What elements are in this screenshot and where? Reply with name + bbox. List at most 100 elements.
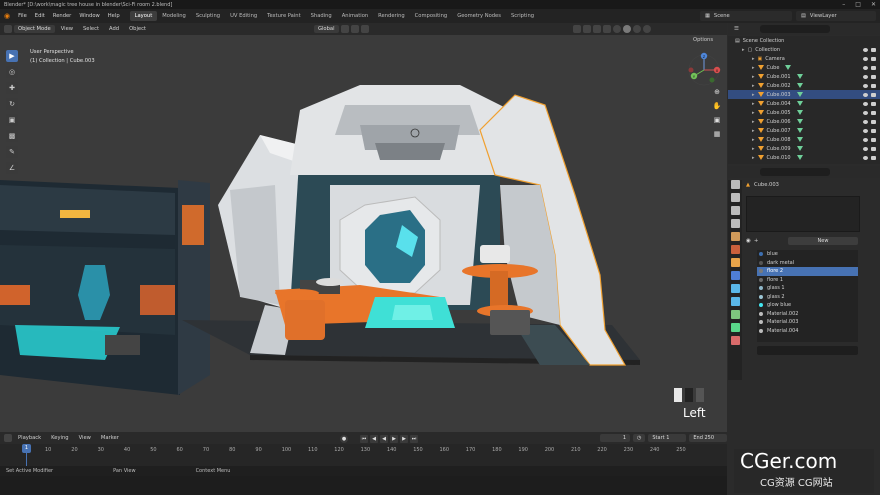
tool-tab-icon[interactable]	[731, 180, 740, 189]
expand-arrow-icon[interactable]: ▸	[752, 137, 755, 143]
zoom-icon[interactable]: ⊕	[712, 88, 722, 98]
tab-modeling[interactable]: Modeling	[157, 11, 191, 21]
visibility-eye-icon[interactable]	[863, 137, 868, 142]
transform-icon[interactable]: ▩	[6, 130, 18, 142]
editor-type-icon[interactable]	[4, 25, 12, 33]
tab-compositing[interactable]: Compositing	[410, 11, 453, 21]
mode-selector[interactable]: Object Mode	[14, 25, 55, 33]
outliner-row[interactable]: ▸ Cube.005	[728, 108, 880, 117]
grid-icon[interactable]: ▦	[712, 130, 722, 140]
expand-arrow-icon[interactable]: ▸	[752, 110, 755, 116]
3d-viewport[interactable]	[0, 35, 727, 432]
record-icon[interactable]: ●	[340, 435, 348, 443]
blender-logo-icon[interactable]: ◉	[0, 12, 14, 20]
outliner-row[interactable]: ▸ Cube.006	[728, 117, 880, 126]
material-list-item[interactable]: glow blue	[757, 301, 858, 310]
preview-range-icon[interactable]: ◷	[633, 434, 646, 442]
view-layer-selector[interactable]: ▤ ViewLayer	[796, 11, 876, 21]
outliner-row[interactable]: ▤ Scene Collection	[728, 36, 880, 45]
tab-layout[interactable]: Layout	[129, 11, 158, 21]
material-list-item[interactable]: Material.003	[757, 318, 858, 327]
material-list-item[interactable]: glass 1	[757, 284, 858, 293]
playhead[interactable]: 1	[22, 444, 31, 453]
render-camera-icon[interactable]	[871, 74, 876, 79]
outliner-row[interactable]: ▸ Cube.010	[728, 153, 880, 162]
expand-arrow-icon[interactable]: ▸	[752, 155, 755, 161]
tab-rendering[interactable]: Rendering	[373, 11, 410, 21]
tab-uv-editing[interactable]: UV Editing	[225, 11, 262, 21]
play-reverse-icon[interactable]: ◀	[380, 435, 388, 443]
outliner-row[interactable]: ▸ ▢ Collection	[728, 45, 880, 54]
outliner-row[interactable]: ▸ Cube.001	[728, 72, 880, 81]
visibility-eye-icon[interactable]	[863, 155, 868, 160]
visibility-eye-icon[interactable]	[863, 110, 868, 115]
visibility-eye-icon[interactable]	[863, 47, 868, 52]
close-icon[interactable]: ✕	[871, 1, 876, 8]
maximize-icon[interactable]: □	[855, 1, 861, 8]
expand-arrow-icon[interactable]: ▸	[752, 56, 755, 62]
timeline-editor-icon[interactable]	[4, 434, 12, 442]
material-list-item[interactable]: Material.002	[757, 310, 858, 319]
menu-render[interactable]: Render	[49, 13, 75, 19]
outliner-row[interactable]: ▸ Cube.003	[728, 90, 880, 99]
outliner-row[interactable]: ▸ Cube.007	[728, 126, 880, 135]
visibility-eye-icon[interactable]	[863, 56, 868, 61]
expand-arrow-icon[interactable]: ▸	[752, 83, 755, 89]
proportional-edit-icon[interactable]	[360, 25, 369, 33]
current-frame-field[interactable]: 1	[600, 434, 630, 442]
material-list-item[interactable]: dark metal	[757, 259, 858, 268]
visibility-eye-icon[interactable]	[863, 92, 868, 97]
output-tab-icon[interactable]	[731, 206, 740, 215]
play-icon[interactable]: ▶	[390, 435, 398, 443]
tab-animation[interactable]: Animation	[337, 11, 373, 21]
visibility-eye-icon[interactable]	[863, 83, 868, 88]
material-list-item[interactable]: flore 2	[757, 267, 858, 276]
render-camera-icon[interactable]	[871, 65, 876, 70]
expand-arrow-icon[interactable]: ▸	[752, 128, 755, 134]
cursor-icon[interactable]: ◎	[6, 66, 18, 78]
next-key-icon[interactable]: ▶	[400, 435, 408, 443]
tab-sculpting[interactable]: Sculpting	[191, 11, 225, 21]
visibility-eye-icon[interactable]	[863, 101, 868, 106]
outliner-row[interactable]: ▸ ▣ Camera	[728, 54, 880, 63]
jump-start-icon[interactable]: ⏮	[360, 435, 368, 443]
expand-arrow-icon[interactable]: ▸	[752, 65, 755, 71]
visibility-eye-icon[interactable]	[863, 74, 868, 79]
render-camera-icon[interactable]	[871, 101, 876, 106]
annotate-icon[interactable]: ✎	[6, 146, 18, 158]
menu-timeline-view[interactable]: View	[75, 434, 95, 442]
material-browse-icon[interactable]: ◉	[746, 238, 751, 244]
tab-geometry-nodes[interactable]: Geometry Nodes	[452, 11, 506, 21]
visibility-eye-icon[interactable]	[863, 119, 868, 124]
expand-arrow-icon[interactable]: ▸	[742, 47, 745, 53]
constraints-tab-icon[interactable]	[731, 310, 740, 319]
scale-icon[interactable]: ▣	[6, 114, 18, 126]
minimize-icon[interactable]: –	[842, 1, 845, 8]
material-slots-list[interactable]	[746, 196, 860, 232]
navigation-gizmo[interactable]: Z X Y	[684, 50, 724, 90]
shading-solid-icon[interactable]	[622, 25, 631, 33]
material-add-icon[interactable]: +	[754, 238, 759, 244]
menu-keying[interactable]: Keying	[47, 434, 72, 442]
render-camera-icon[interactable]	[871, 119, 876, 124]
outliner-row[interactable]: ▸ Cube.009	[728, 144, 880, 153]
select-box-icon[interactable]: ▶	[6, 50, 18, 62]
gizmo-toggle-icon[interactable]	[582, 25, 591, 33]
menu-object[interactable]: Object	[125, 25, 150, 33]
render-camera-icon[interactable]	[871, 137, 876, 142]
expand-arrow-icon[interactable]: ▸	[752, 74, 755, 80]
visibility-eye-icon[interactable]	[863, 128, 868, 133]
orientation-selector[interactable]: Global	[313, 25, 339, 33]
end-frame-field[interactable]: End 250	[689, 434, 728, 442]
tab-texture-paint[interactable]: Texture Paint	[262, 11, 305, 21]
outliner-row[interactable]: ▸ Cube.002	[728, 81, 880, 90]
render-camera-icon[interactable]	[871, 92, 876, 97]
tab-shading[interactable]: Shading	[306, 11, 337, 21]
shading-wire-icon[interactable]	[612, 25, 621, 33]
menu-help[interactable]: Help	[104, 13, 124, 19]
render-camera-icon[interactable]	[871, 56, 876, 61]
render-camera-icon[interactable]	[871, 83, 876, 88]
options-button[interactable]: Options	[693, 37, 713, 43]
expand-arrow-icon[interactable]: ▸	[752, 119, 755, 125]
expand-arrow-icon[interactable]: ▸	[752, 92, 755, 98]
